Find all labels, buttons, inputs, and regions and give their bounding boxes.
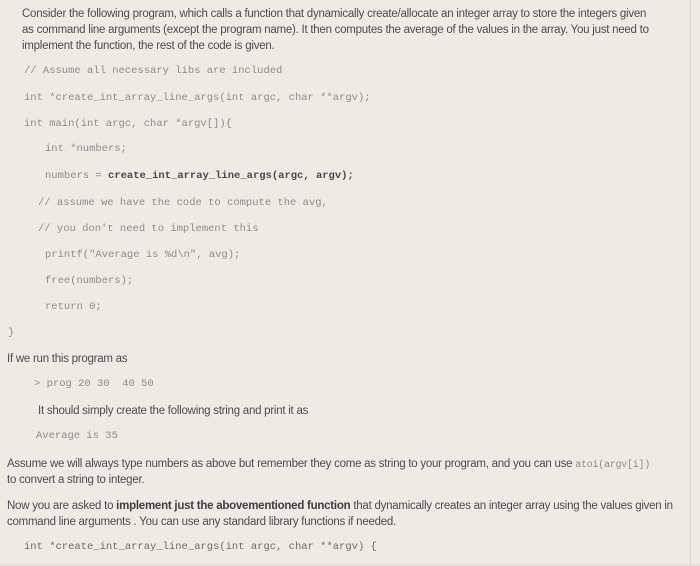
run-intro: If we run this program as — [7, 353, 128, 365]
note-text: Assume we will always type numbers as ab… — [7, 458, 576, 470]
run-command: > prog 20 30 40 50 — [34, 378, 154, 390]
run-explanation: It should simply create the following st… — [38, 405, 309, 417]
intro-line-3: implement the function, the rest of the … — [22, 40, 275, 52]
code-closing-brace: } — [8, 327, 15, 339]
code-printf: printf("Average is %d\n", avg); — [45, 249, 241, 261]
task-line-2: command line arguments . You can use any… — [7, 516, 396, 528]
code-free: free(numbers); — [45, 275, 134, 287]
task-suffix: that dynamically creates an integer arra… — [350, 500, 673, 512]
code-comment-libs: // Assume all necessary libs are include… — [24, 65, 283, 77]
note-line-2: to convert a string to integer. — [7, 474, 145, 486]
code-return: return 0; — [45, 301, 102, 313]
intro-line-2: as command line arguments (except the pr… — [22, 24, 649, 36]
code-numbers-declaration: int *numbers; — [45, 143, 127, 155]
code-numbers-assignment: numbers = create_int_array_line_args(arg… — [45, 169, 354, 183]
intro-line-1: Consider the following program, which ca… — [22, 8, 647, 20]
task-bold-emphasis: implement just the abovementioned functi… — [116, 500, 351, 512]
note-inline-code-atoi: atoi(argv[i]) — [575, 460, 650, 471]
code-comment-avg-2: // you don't need to implement this — [38, 223, 259, 235]
task-function-signature: int *create_int_array_line_args(int argc… — [24, 541, 377, 553]
code-prototype: int *create_int_array_line_args(int argc… — [24, 92, 371, 104]
code-main-signature: int main(int argc, char *argv[]){ — [24, 118, 232, 130]
run-output: Average is 35 — [36, 430, 118, 442]
content-right-border — [690, 0, 691, 566]
task-line-1: Now you are asked to implement just the … — [7, 498, 673, 514]
task-prefix: Now you are asked to — [7, 500, 117, 512]
code-assign-call: create_int_array_line_args(argc, argv); — [108, 170, 354, 182]
code-assign-lhs: numbers = — [45, 170, 109, 182]
code-comment-avg-1: // assume we have the code to compute th… — [38, 197, 328, 209]
